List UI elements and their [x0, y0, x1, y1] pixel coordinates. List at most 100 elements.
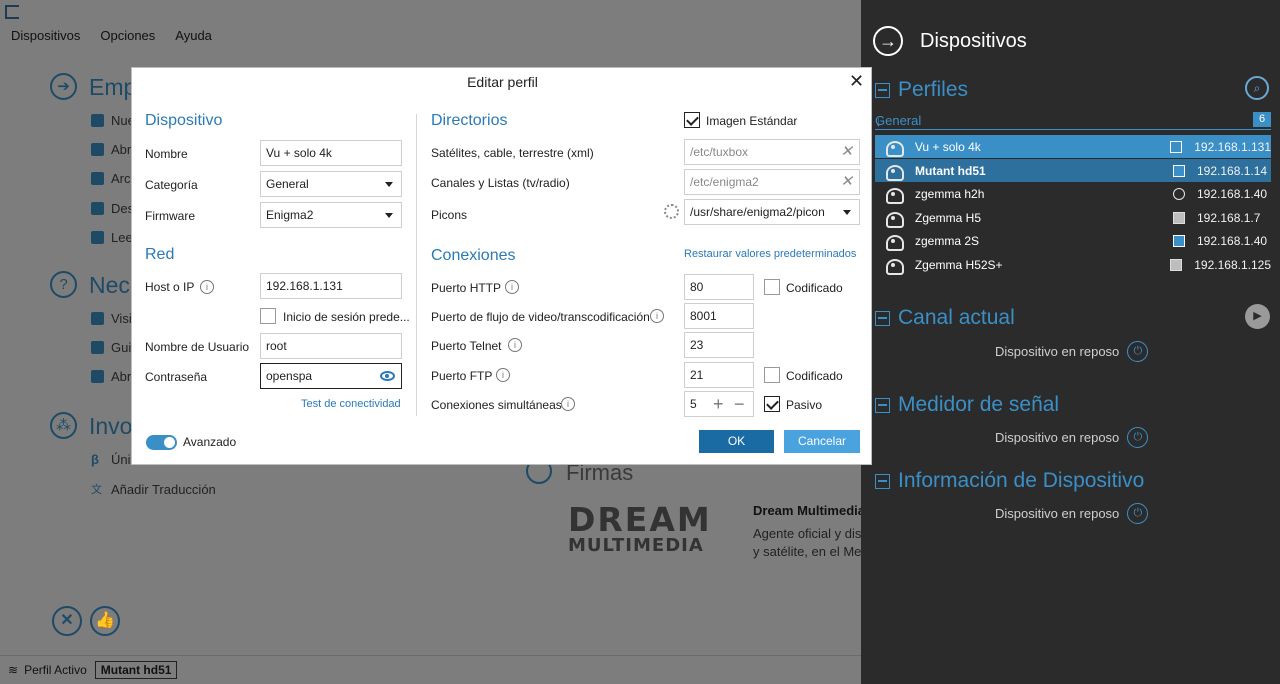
test-connectivity-link[interactable]: Test de conectividad — [301, 398, 401, 410]
wifi-icon: ≋ — [8, 663, 19, 677]
play-icon[interactable]: ▶ — [1245, 304, 1270, 329]
power-icon[interactable]: ⏻ — [1127, 341, 1149, 362]
ftp-port-label: Puerto FTP — [431, 369, 493, 383]
arrow-right-circle-icon[interactable]: → — [873, 26, 903, 56]
heading-conexiones: Conexiones — [431, 247, 516, 264]
comment-icon — [91, 370, 104, 383]
info-icon — [91, 231, 104, 244]
device-name: zgemma h2h — [915, 186, 985, 201]
close-icon[interactable]: ✕ — [849, 71, 864, 92]
http-port-input[interactable]: 80 — [684, 274, 754, 300]
categoria-select[interactable]: General — [260, 171, 402, 197]
password-input[interactable]: openspa — [260, 363, 402, 389]
question-icon: ? — [50, 271, 77, 298]
device-name: zgemma 2S — [915, 233, 980, 248]
http-port-label: Puerto HTTP — [431, 281, 502, 295]
firmas-name: Dream Multimedia — [753, 503, 865, 518]
thumbs-up-button[interactable]: 👍 — [90, 606, 120, 636]
device-row[interactable]: Zgemma H5 192.168.1.7 — [875, 206, 1271, 229]
advanced-toggle[interactable] — [146, 435, 177, 450]
imagen-estandar-checkbox[interactable] — [684, 112, 700, 128]
info-icon[interactable]: i — [200, 280, 214, 294]
menu-ayuda[interactable]: Ayuda — [175, 28, 212, 48]
satelites-input[interactable]: /etc/tuxbox ✕ — [684, 139, 860, 165]
device-row[interactable]: zgemma h2h 192.168.1.40 — [875, 182, 1271, 205]
chevron-down-icon — [385, 182, 393, 187]
menu-opciones[interactable]: Opciones — [100, 28, 155, 48]
list-item[interactable]: Abr — [91, 369, 131, 384]
info-icon[interactable]: i — [561, 397, 575, 411]
info-icon[interactable]: i — [505, 280, 519, 294]
info-icon[interactable]: i — [496, 368, 510, 382]
nombre-input[interactable]: Vu + solo 4k — [260, 140, 402, 166]
list-item[interactable]: Nue — [91, 113, 135, 128]
standby-status: Dispositivo en reposo ⏻ — [995, 427, 1149, 448]
device-row[interactable]: Vu + solo 4k 192.168.1.131 — [875, 135, 1271, 158]
device-row[interactable]: zgemma 2S 192.168.1.40 — [875, 229, 1271, 252]
status-square-icon — [1173, 164, 1185, 177]
clock-icon — [1173, 187, 1185, 200]
cancel-button[interactable]: Cancelar — [784, 430, 860, 453]
arrow-right-icon: ➔ — [50, 73, 77, 100]
telnet-port-input[interactable]: 23 — [684, 332, 754, 358]
firmware-select[interactable]: Enigma2 — [260, 202, 402, 228]
list-item[interactable]: 文 Añadir Traducción — [91, 481, 216, 497]
device-row[interactable]: Zgemma H52S+ 192.168.1.125 — [875, 253, 1271, 276]
list-item[interactable]: Arc — [91, 171, 131, 186]
plus-icon[interactable]: + — [713, 395, 724, 413]
minus-icon[interactable]: − — [734, 395, 745, 413]
list-item[interactable]: Abr — [91, 142, 131, 157]
categoria-label: Categoría — [145, 178, 198, 192]
login-default-label: Inicio de sesión prede... — [283, 310, 410, 324]
section-perfiles[interactable]: Perfiles — [875, 78, 968, 102]
clear-icon[interactable]: ✕ — [840, 174, 853, 190]
host-input[interactable]: 192.168.1.131 — [260, 273, 402, 299]
stream-port-input[interactable]: 8001 — [684, 303, 754, 329]
http-codificado-checkbox[interactable] — [764, 279, 780, 295]
list-item[interactable]: Gui — [91, 340, 131, 355]
section-informacion[interactable]: Información de Dispositivo — [875, 469, 1144, 493]
clear-icon[interactable]: ✕ — [840, 144, 853, 160]
device-icon — [885, 233, 904, 251]
advanced-label: Avanzado — [183, 435, 237, 449]
group-label: General — [875, 113, 922, 128]
device-ip: 192.168.1.40 — [1197, 186, 1268, 201]
satelites-label: Satélites, cable, terrestre (xml) — [431, 146, 594, 160]
info-icon[interactable]: i — [508, 338, 522, 352]
download-icon — [91, 202, 104, 215]
search-icon[interactable]: ⌕ — [1245, 76, 1269, 100]
list-item[interactable]: Lee — [91, 230, 133, 245]
eye-icon[interactable] — [380, 371, 395, 381]
device-icon — [885, 186, 904, 204]
pasivo-checkbox[interactable] — [764, 396, 780, 412]
group-general[interactable]: ↓ General 6 — [875, 112, 1271, 130]
user-input[interactable]: root — [260, 333, 402, 359]
ok-button[interactable]: OK — [699, 430, 774, 453]
close-circle-button[interactable]: ✕ — [52, 606, 82, 636]
section-canal-actual[interactable]: Canal actual — [875, 306, 1015, 330]
list-item[interactable]: Visi — [91, 311, 132, 326]
chevron-down-icon — [843, 210, 851, 215]
device-row[interactable]: Mutant hd51 192.168.1.14 — [875, 159, 1271, 182]
active-profile[interactable]: Mutant hd51 — [94, 661, 178, 679]
list-item[interactable]: Des — [91, 201, 134, 216]
info-icon[interactable]: i — [650, 309, 664, 323]
login-default-checkbox[interactable] — [260, 308, 276, 324]
power-icon[interactable]: ⏻ — [1127, 503, 1149, 524]
restore-defaults-link[interactable]: Restaurar valores predeterminados — [684, 248, 856, 260]
status-square-icon — [1173, 234, 1185, 247]
menu-dispositivos[interactable]: Dispositivos — [11, 28, 80, 48]
ftp-port-input[interactable]: 21 — [684, 362, 754, 388]
canales-input[interactable]: /etc/enigma2 ✕ — [684, 169, 860, 195]
section-medidor[interactable]: Medidor de señal — [875, 393, 1059, 417]
files-icon — [91, 172, 104, 185]
list-item[interactable]: β Úni — [91, 452, 131, 467]
ftp-codificado-checkbox[interactable] — [764, 367, 780, 383]
power-icon[interactable]: ⏻ — [1127, 427, 1149, 448]
picons-select[interactable]: /usr/share/enigma2/picon — [684, 199, 860, 225]
firmas-description: Agente oficial y dis y satélite, en el M… — [753, 526, 862, 559]
pasivo-label: Pasivo — [786, 398, 823, 412]
gear-icon[interactable] — [664, 204, 679, 219]
http-codificado-label: Codificado — [786, 281, 843, 295]
device-icon — [885, 257, 904, 275]
